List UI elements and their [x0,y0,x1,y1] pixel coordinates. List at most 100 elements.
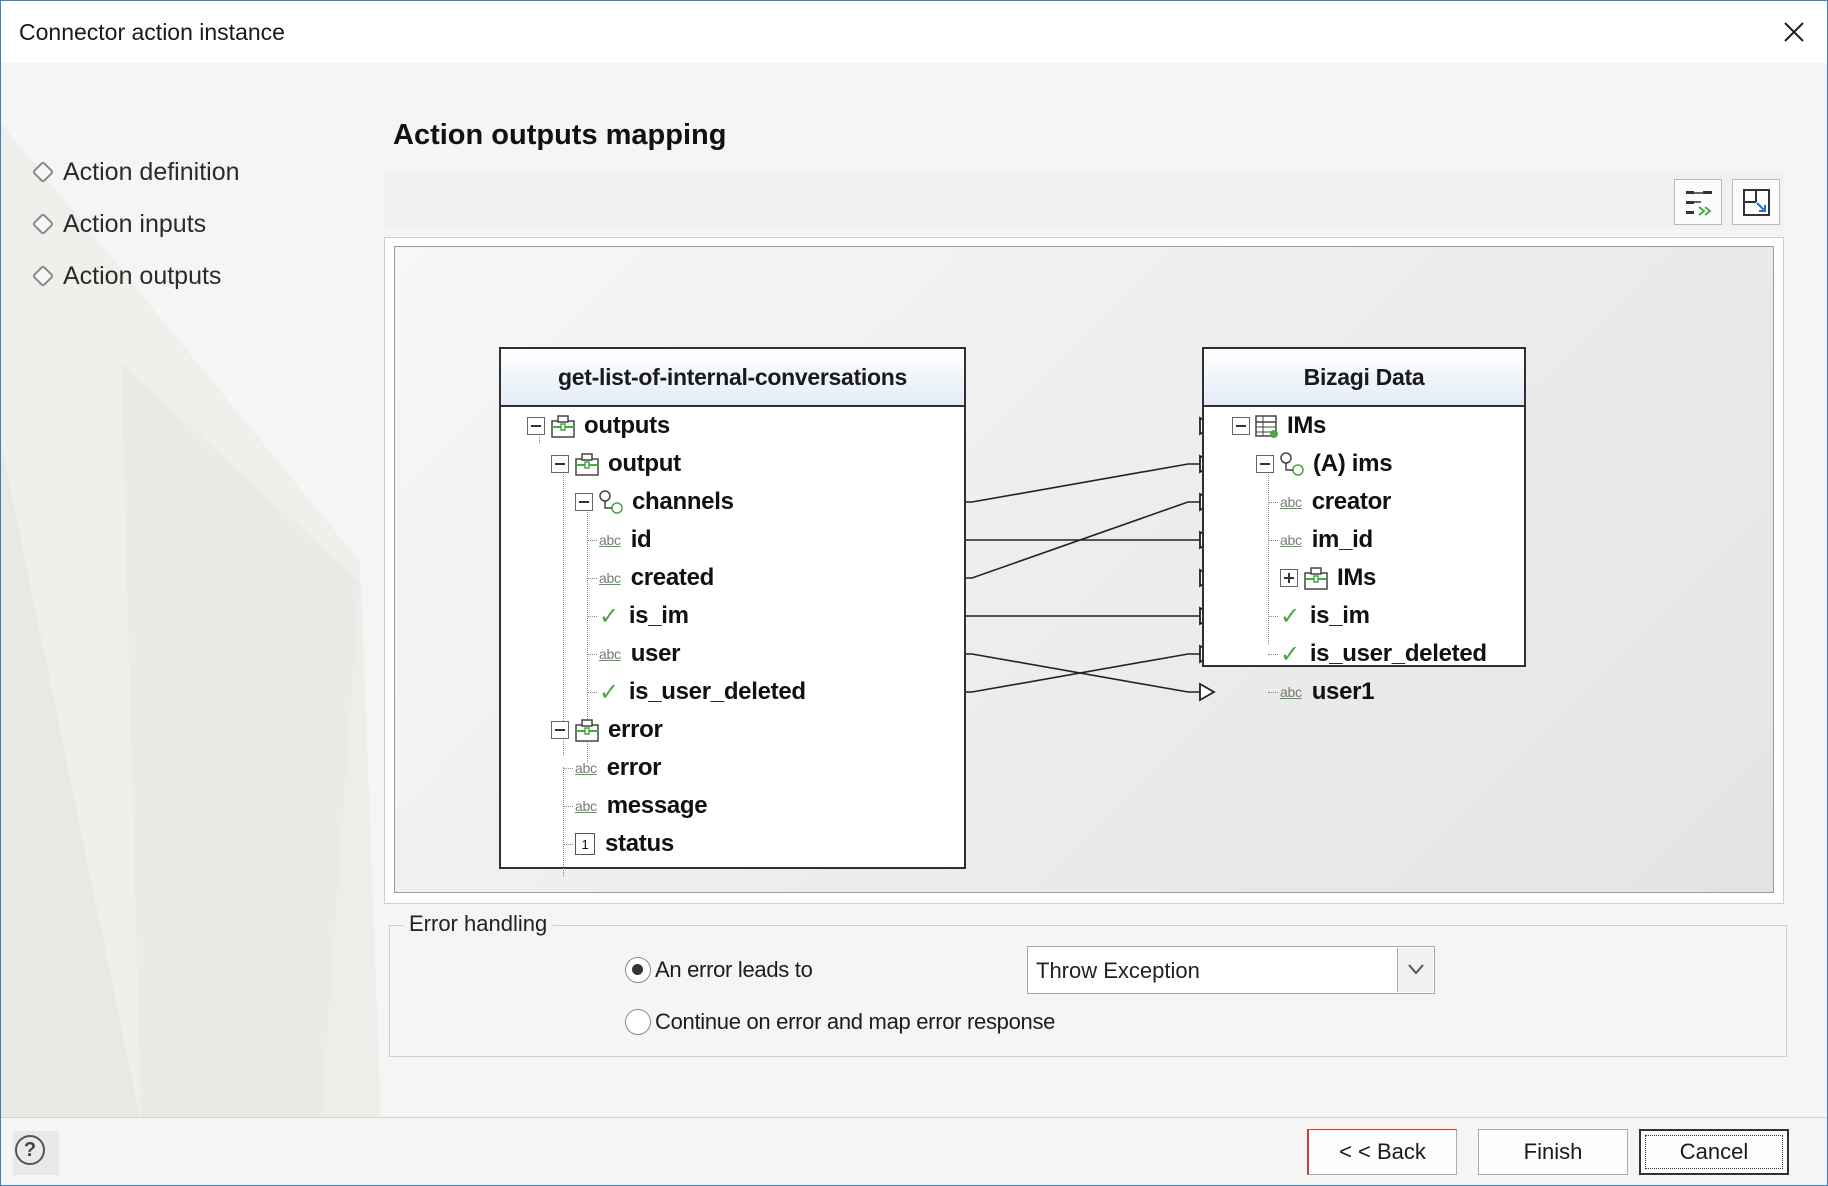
entity-icon [1255,415,1278,438]
radio-unselected-icon[interactable] [625,1009,651,1035]
string-icon: abc [1280,684,1302,700]
connector-dialog: Connector action instance Action definit… [0,0,1828,1186]
row-label: user [630,640,681,667]
row-label: created [630,564,715,591]
source-row-id[interactable]: abc id [587,521,652,559]
layout-icon [1743,189,1770,216]
close-button[interactable] [1771,9,1817,55]
chevron-down-icon [1408,964,1424,975]
collapse-icon[interactable] [575,493,593,511]
wizard-steps: Action definition Action inputs Action o… [31,146,240,302]
object-icon [575,453,599,476]
target-row-is-user-deleted[interactable]: ✓ is_user_deleted [1268,635,1487,673]
radio-error-leads-to[interactable]: An error leads to [625,957,813,983]
close-icon [1784,22,1804,42]
object-icon [551,415,575,438]
string-icon: abc [599,532,621,548]
row-label: (A) ims [1313,450,1393,477]
row-label: IMs [1287,412,1327,439]
source-row-status[interactable]: 1 status [563,825,674,863]
string-icon: abc [1280,494,1302,510]
mapping-line[interactable] [960,653,1200,693]
port-arrow-icon[interactable] [1199,682,1216,702]
radio-label: An error leads to [655,957,813,982]
help-button[interactable]: ? [13,1131,59,1175]
source-row-error[interactable]: abc error [563,749,662,787]
row-label: is_user_deleted [1309,640,1487,667]
target-node: Bizagi Data IMs (A) ims abc creator abc … [1202,347,1526,705]
select-value: Throw Exception [1036,958,1200,983]
step-bullet-icon [31,264,55,288]
window-title: Connector action instance [19,19,285,45]
radio-continue-on-error[interactable]: Continue on error and map error response [625,1009,1055,1035]
layout-button[interactable] [1732,179,1780,225]
string-icon: abc [575,798,597,814]
back-button[interactable]: < < Back [1307,1129,1457,1175]
collapse-icon[interactable] [1232,417,1250,435]
collection-icon [599,490,623,514]
step-bullet-icon [31,160,55,184]
title-bar: Connector action instance [1,1,1827,63]
help-icon: ? [15,1135,45,1165]
boolean-icon: ✓ [599,678,619,706]
target-row-is-im[interactable]: ✓ is_im [1268,597,1370,635]
step-action-inputs[interactable]: Action inputs [31,198,240,250]
step-action-outputs[interactable]: Action outputs [31,250,240,302]
boolean-icon: ✓ [599,602,619,630]
collapse-icon[interactable] [551,455,569,473]
error-handling-legend: Error handling [403,911,554,937]
row-label: is_user_deleted [628,678,806,705]
row-label: channels [632,488,734,515]
target-row-creator[interactable]: abc creator [1268,483,1392,521]
row-label: IMs [1337,564,1377,591]
cancel-button[interactable]: Cancel [1639,1129,1789,1175]
source-row-is-im[interactable]: ✓ is_im [587,597,689,635]
page-title: Action outputs mapping [393,119,727,151]
source-row-output[interactable]: output [551,445,681,483]
auto-map-icon [1686,191,1712,216]
string-icon: abc [599,646,621,662]
collapse-icon[interactable] [1256,455,1274,473]
row-label: im_id [1311,526,1373,553]
radio-label: Continue on error and map error response [655,1009,1056,1034]
step-label: Action definition [63,157,240,186]
source-row-is-user-deleted[interactable]: ✓ is_user_deleted [587,673,806,711]
step-bullet-icon [31,212,55,236]
source-node-title: get-list-of-internal-conversations [501,349,964,407]
select-dropdown-button[interactable] [1397,948,1433,992]
row-label: is_im [1309,602,1370,629]
target-node-title: Bizagi Data [1204,349,1524,407]
source-row-user[interactable]: abc user [587,635,681,673]
finish-button[interactable]: Finish [1478,1129,1628,1175]
source-row-channels[interactable]: channels [575,483,734,521]
row-label: error [608,716,663,743]
collapse-icon[interactable] [527,417,545,435]
error-action-select[interactable]: Throw Exception [1027,946,1435,994]
boolean-icon: ✓ [1280,602,1300,630]
mapping-line[interactable] [960,463,1200,503]
target-row-a-ims[interactable]: (A) ims [1256,445,1393,483]
source-row-created[interactable]: abc created [587,559,715,597]
auto-map-button[interactable] [1674,179,1722,225]
source-row-error-group[interactable]: error [551,711,663,749]
row-label: message [606,792,708,819]
step-action-definition[interactable]: Action definition [31,146,240,198]
source-row-message[interactable]: abc message [563,787,708,825]
radio-selected-icon[interactable] [625,957,651,983]
target-row-ims-nested[interactable]: IMs [1280,559,1376,597]
boolean-icon: ✓ [1280,640,1300,668]
row-label: is_im [628,602,689,629]
row-label: error [606,754,662,781]
string-icon: abc [599,570,621,586]
source-row-outputs[interactable]: outputs [527,407,670,445]
target-row-ims[interactable]: IMs [1232,407,1326,445]
row-label: user1 [1311,678,1375,705]
row-label: status [605,830,674,857]
step-label: Action outputs [63,261,222,290]
row-label: creator [1311,488,1392,515]
collapse-icon[interactable] [551,721,569,739]
expand-icon[interactable] [1280,569,1298,587]
target-row-user1[interactable]: abc user1 [1268,673,1375,711]
target-row-im-id[interactable]: abc im_id [1268,521,1373,559]
row-label: outputs [584,412,670,439]
